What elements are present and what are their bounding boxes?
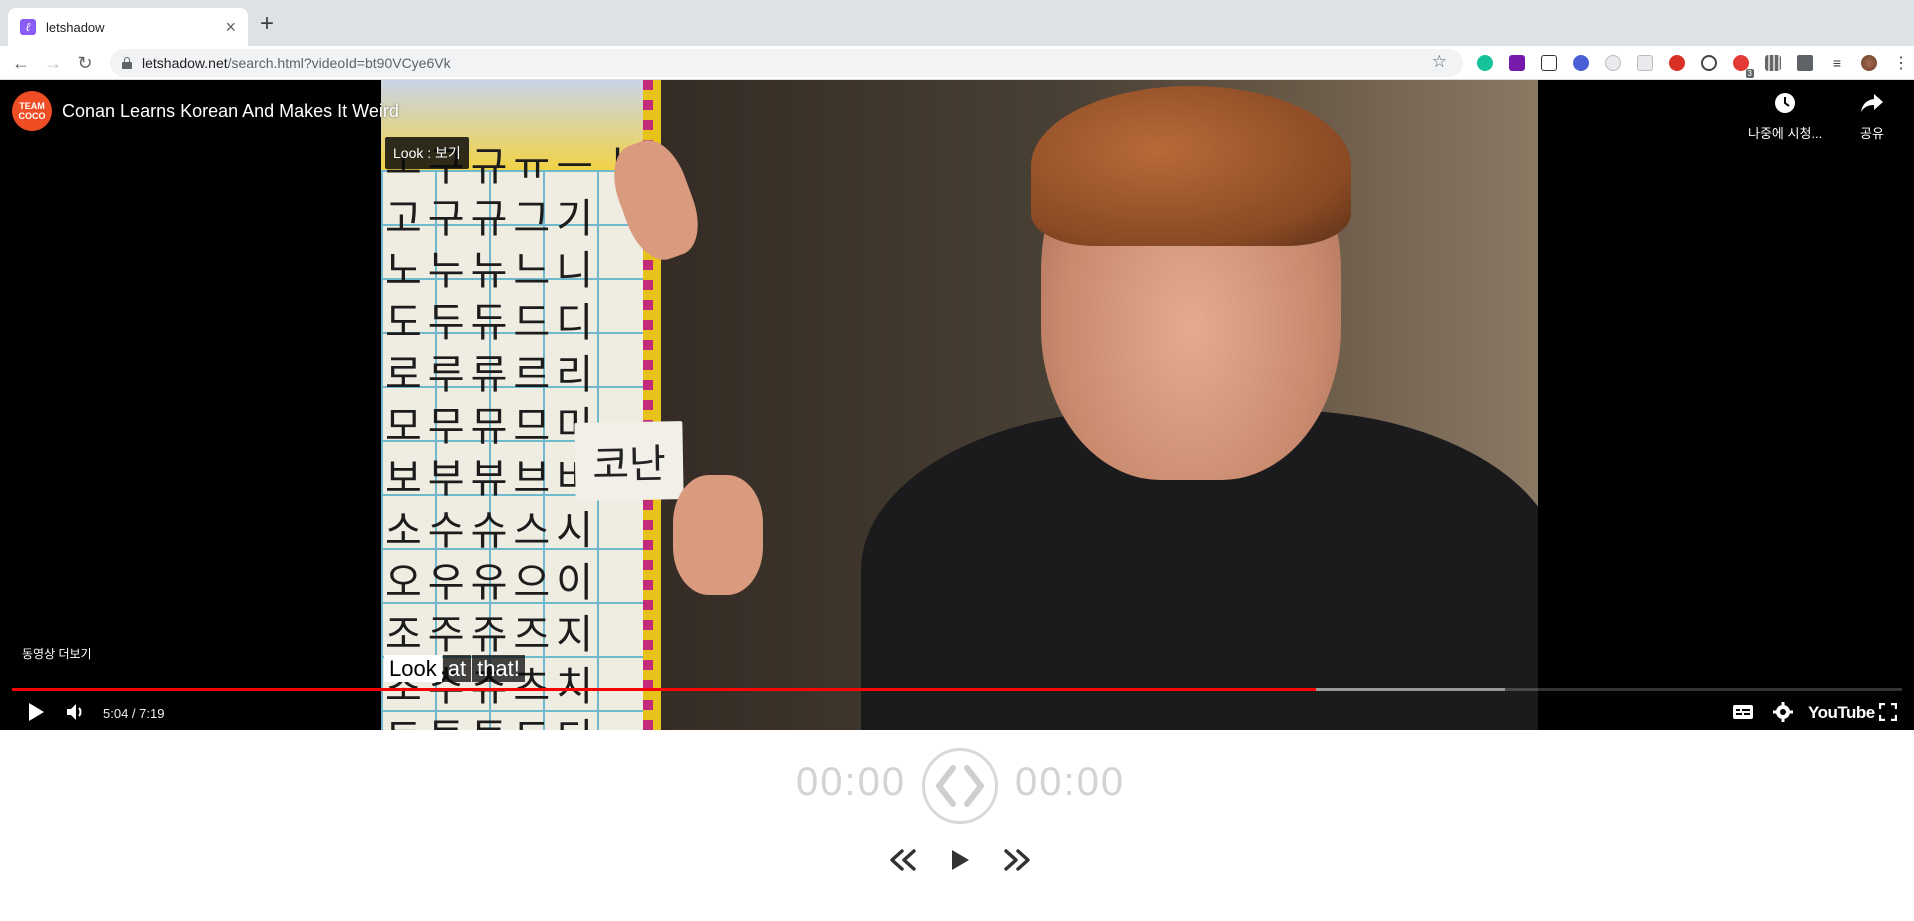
loop-segment-button[interactable] [922, 748, 998, 824]
adblock-icon[interactable]: 3 [1730, 54, 1754, 78]
hangul-chart-row: 로루류르리 [385, 352, 599, 398]
rewind-icon[interactable] [888, 846, 918, 874]
extensions-bar: 3 ≡ ⋮ [1474, 54, 1912, 78]
reload-icon[interactable]: ↻ [73, 51, 97, 75]
caption-word[interactable]: Look [384, 655, 442, 682]
extensions-puzzle-icon[interactable] [1794, 54, 1816, 72]
new-tab-icon[interactable]: + [260, 12, 274, 36]
presenter-hair [1031, 86, 1351, 246]
caption-word[interactable]: at [442, 655, 472, 682]
code-brackets-icon [936, 765, 984, 807]
more-videos-label[interactable]: 동영상 더보기 [22, 645, 92, 662]
todo-check-icon[interactable] [1570, 54, 1592, 72]
timer-icon[interactable] [1602, 54, 1624, 72]
subtitles-icon[interactable] [1728, 698, 1758, 726]
hangul-chart-row: 노누뉴느니 [385, 248, 599, 294]
video-player[interactable]: ㅗ구규ㅠㅡㅣ 고구규그기 노누뉴느니 도두듀드디 로루류르리 모무뮤므미 보부뷰브비 소수슈스… [0, 80, 1914, 730]
segment-start-time: 00:00 [796, 760, 907, 804]
forward-arrow-icon[interactable]: → [41, 51, 65, 75]
hangul-chart-row: 모무뮤므미 [385, 404, 599, 450]
browser-tab[interactable]: ℓ letshadow × [8, 8, 248, 46]
player-controls: 5:04 / 7:19 YouTube [0, 694, 1914, 730]
watch-later-button[interactable]: 나중에 시청... [1748, 92, 1822, 142]
fullscreen-icon[interactable] [1874, 698, 1902, 726]
caption-word[interactable]: that! [472, 655, 525, 682]
notion-icon[interactable] [1538, 54, 1560, 72]
share-arrow-icon [1860, 92, 1884, 120]
name-card: 코난 [574, 421, 684, 501]
url-text: letshadow.net/search.html?videoId=bt90VC… [142, 55, 451, 71]
striped-extension-icon[interactable] [1762, 54, 1784, 72]
close-tab-icon[interactable]: × [225, 18, 236, 36]
channel-avatar[interactable]: TEAM COCO [12, 91, 52, 131]
tab-strip: ℓ letshadow × + [0, 0, 1914, 46]
play-icon[interactable] [946, 846, 974, 874]
settings-gear-icon[interactable] [1768, 698, 1798, 726]
video-title[interactable]: Conan Learns Korean And Makes It Weird [62, 101, 399, 122]
hangul-chart-row: 오우유으이 [385, 560, 599, 606]
share-button[interactable]: 공유 [1860, 92, 1884, 142]
address-bar[interactable]: letshadow.net/search.html?videoId=bt90VC… [110, 49, 1463, 77]
screenshot-icon[interactable] [1634, 54, 1656, 72]
profile-avatar[interactable] [1858, 54, 1880, 72]
grammarly-icon[interactable] [1474, 54, 1496, 72]
back-arrow-icon[interactable]: ← [9, 51, 33, 75]
hangul-chart-row: 도두듀드디 [385, 300, 599, 346]
shadowing-time-row: 00:00 00:00 [0, 748, 1914, 824]
hangul-chart-row: 보부뷰브비 [385, 456, 599, 502]
video-frame: ㅗ구규ㅠㅡㅣ 고구규그기 노누뉴느니 도두듀드디 로루류르리 모무뮤므미 보부뷰브비 소수슈스… [381, 80, 1538, 730]
share-label: 공유 [1860, 126, 1884, 141]
bookmark-star-icon[interactable]: ☆ [1432, 52, 1447, 72]
onenote-icon[interactable] [1506, 54, 1528, 72]
hangul-chart-row: 소수슈스시 [385, 508, 599, 554]
fast-forward-icon[interactable] [1002, 846, 1032, 874]
volume-icon[interactable] [62, 698, 90, 726]
progress-bar[interactable] [12, 688, 1902, 691]
youtube-logo[interactable]: YouTube [1808, 703, 1875, 723]
browser-menu-icon[interactable]: ⋮ [1890, 54, 1912, 72]
hangul-chart-row: 조주쥬즈지 [385, 612, 599, 658]
caption-line: Look at that! [384, 655, 525, 683]
browser-toolbar: ← → ↻ letshadow.net/search.html?videoId=… [0, 46, 1914, 80]
lock-icon [122, 57, 132, 69]
shadowing-playback-row [0, 840, 1914, 880]
time-display: 5:04 / 7:19 [103, 706, 165, 721]
red-circle-extension-icon[interactable] [1666, 54, 1688, 72]
segment-end-time: 00:00 [1015, 760, 1126, 804]
play-icon[interactable] [22, 698, 50, 726]
clock-icon [1774, 92, 1796, 120]
played-bar [12, 688, 1317, 691]
tab-title: letshadow [46, 19, 105, 35]
letshadow-favicon-icon: ℓ [20, 19, 36, 35]
watch-later-label: 나중에 시청... [1748, 126, 1823, 141]
hangul-chart-row: 고구규그기 [385, 196, 599, 242]
sync-off-icon[interactable] [1698, 54, 1720, 72]
presenter-hand-card [673, 475, 763, 595]
vocabulary-hint: Look : 보기 [385, 137, 469, 169]
reading-list-icon[interactable]: ≡ [1826, 54, 1848, 72]
